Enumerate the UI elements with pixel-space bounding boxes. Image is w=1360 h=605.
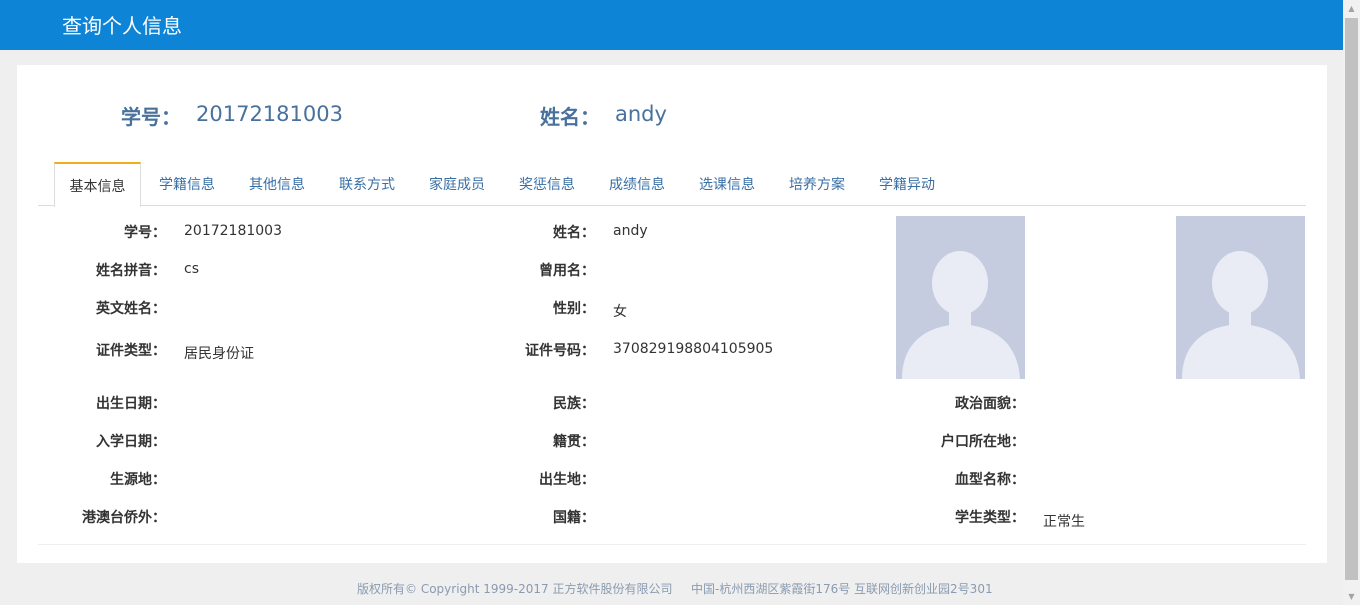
id-type-label: 证件类型：: [96, 343, 166, 359]
summary-name-value: andy: [615, 102, 667, 126]
name-value: andy: [613, 223, 648, 239]
top-bar: 查询个人信息: [0, 0, 1343, 50]
id-type-value: 居民身份证: [184, 346, 254, 362]
blood-type-label: 血型名称：: [955, 472, 1025, 488]
tab-training-plan[interactable]: 培养方案: [779, 162, 855, 206]
birth-date-label: 出生日期：: [96, 396, 166, 412]
pinyin-label: 姓名拼音：: [96, 263, 166, 279]
tab-contact[interactable]: 联系方式: [329, 162, 405, 206]
id-photo: [1176, 216, 1305, 379]
id-number-value: 370829198804105905: [613, 341, 774, 357]
student-type-value: 正常生: [1043, 514, 1085, 530]
ethnicity-label: 民族：: [553, 396, 595, 412]
tab-family[interactable]: 家庭成员: [419, 162, 495, 206]
pinyin-value: cs: [184, 261, 199, 277]
footer-address: 中国-杭州西湖区紫霞街176号 互联网创新创业园2号301: [691, 582, 993, 596]
student-photo: [896, 216, 1025, 379]
scroll-down-arrow-icon[interactable]: ▼: [1343, 588, 1360, 605]
summary-name-label: 姓名：: [540, 105, 600, 129]
gender-value: 女: [613, 304, 627, 320]
tab-grades[interactable]: 成绩信息: [599, 162, 675, 206]
origin-label: 生源地：: [110, 472, 166, 488]
political-status-label: 政治面貌：: [955, 396, 1025, 412]
page-title: 查询个人信息: [62, 14, 182, 38]
tab-rewards[interactable]: 奖惩信息: [509, 162, 585, 206]
scrollbar-thumb[interactable]: [1345, 18, 1358, 580]
birthplace-label: 出生地：: [539, 472, 595, 488]
summary-id-label: 学号：: [121, 105, 181, 129]
divider: [38, 544, 1306, 545]
id-number-label: 证件号码：: [525, 343, 595, 359]
household-location-label: 户口所在地：: [941, 434, 1025, 450]
vertical-scrollbar[interactable]: ▲ ▼: [1343, 0, 1360, 605]
student-id-value: 20172181003: [184, 223, 282, 239]
tab-course-selection[interactable]: 选课信息: [689, 162, 765, 206]
info-card: [17, 65, 1327, 563]
gender-label: 性别：: [553, 301, 595, 317]
avatar-placeholder-icon: [896, 216, 1025, 379]
overseas-chinese-label: 港澳台侨外：: [82, 510, 166, 526]
english-name-label: 英文姓名：: [96, 301, 166, 317]
tab-other-info[interactable]: 其他信息: [239, 162, 315, 206]
nationality-label: 国籍：: [553, 510, 595, 526]
summary-id-value: 20172181003: [196, 102, 343, 126]
avatar-placeholder-icon: [1176, 216, 1305, 379]
footer: 版权所有© Copyright 1999-2017 正方软件股份有限公司 中国-…: [0, 580, 1343, 598]
tab-basic-info[interactable]: 基本信息: [54, 162, 141, 207]
tab-status-change[interactable]: 学籍异动: [869, 162, 945, 206]
native-place-label: 籍贯：: [553, 434, 595, 450]
footer-copyright: 版权所有© Copyright 1999-2017 正方软件股份有限公司: [357, 582, 673, 596]
name-label: 姓名：: [553, 225, 595, 241]
student-id-label: 学号：: [124, 225, 166, 241]
scroll-up-arrow-icon[interactable]: ▲: [1343, 0, 1360, 17]
tab-bar: 基本信息 学籍信息 其他信息 联系方式 家庭成员 奖惩信息 成绩信息 选课信息 …: [38, 162, 1306, 207]
enroll-date-label: 入学日期：: [96, 434, 166, 450]
former-name-label: 曾用名：: [539, 263, 595, 279]
student-type-label: 学生类型：: [955, 510, 1025, 526]
tab-enrollment-info[interactable]: 学籍信息: [149, 162, 225, 206]
